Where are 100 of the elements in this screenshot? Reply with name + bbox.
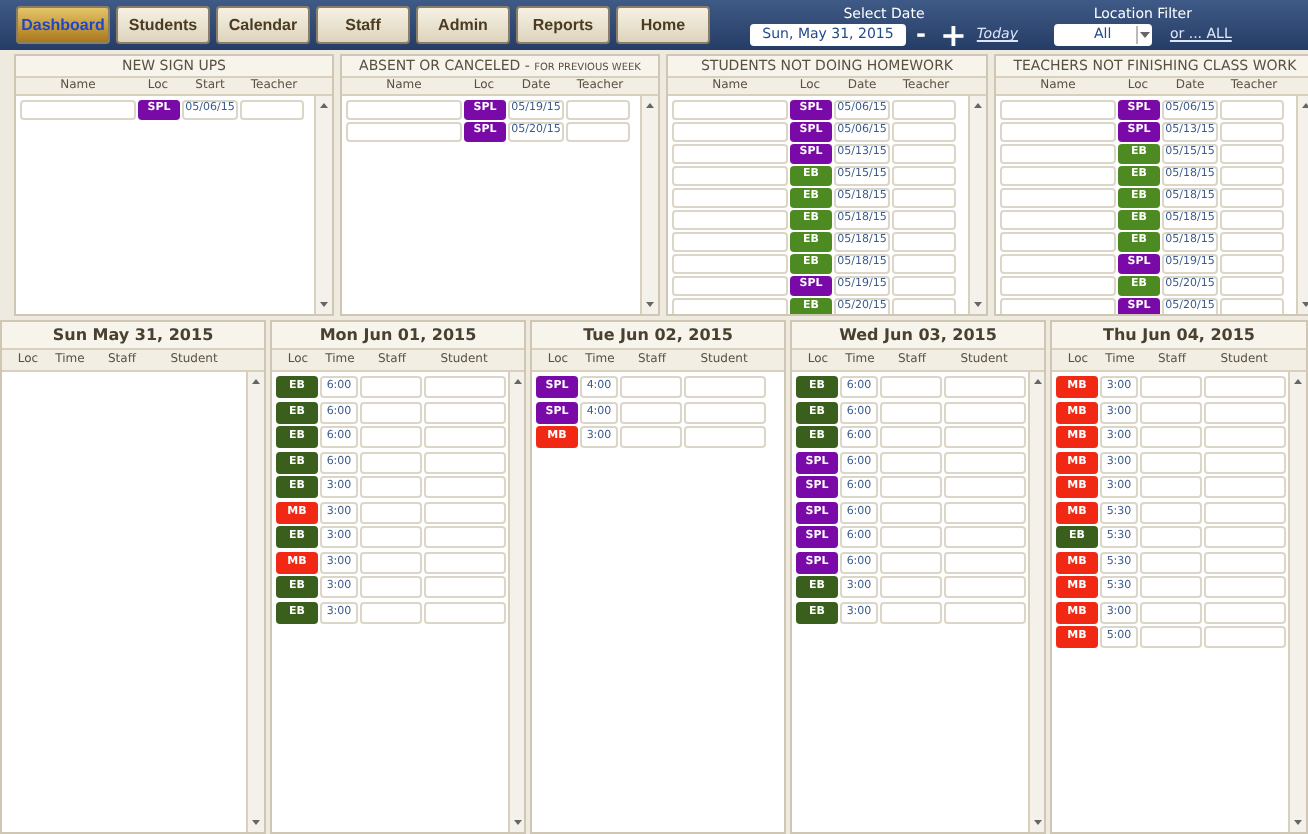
staff-cell — [1140, 476, 1202, 498]
staff-cell — [360, 576, 422, 598]
staff-cell — [880, 576, 942, 598]
staff-cell — [1140, 501, 1202, 523]
student-cell — [1204, 501, 1286, 523]
student-cell — [1204, 476, 1286, 498]
student-cell — [684, 401, 766, 423]
staff-cell — [1140, 451, 1202, 473]
student-cell — [944, 576, 1026, 598]
scroll-up-icon[interactable] — [1031, 376, 1043, 388]
staff-cell — [360, 426, 422, 448]
staff-cell — [1140, 626, 1202, 648]
nav-tab[interactable]: Reports — [516, 6, 610, 44]
student-cell — [944, 526, 1026, 548]
staff-cell — [880, 551, 942, 573]
scroll-up-icon[interactable] — [1292, 376, 1304, 388]
scroll-up-icon[interactable] — [972, 100, 984, 112]
staff-cell — [1140, 426, 1202, 448]
scrollbar[interactable] — [1288, 372, 1306, 832]
staff-cell — [1140, 551, 1202, 573]
student-cell — [424, 451, 506, 473]
nav-tab[interactable]: Students — [116, 6, 210, 44]
dropdown-arrow-icon — [1135, 25, 1152, 43]
scroll-down-icon[interactable] — [644, 298, 656, 310]
scrollbar[interactable] — [1028, 372, 1044, 832]
student-cell — [944, 501, 1026, 523]
scrollbar[interactable] — [968, 96, 986, 314]
nav-tab[interactable]: Admin — [416, 6, 510, 44]
scroll-down-icon[interactable] — [1292, 816, 1304, 828]
staff-cell — [880, 601, 942, 623]
student-cell — [1204, 526, 1286, 548]
teacher-cell — [892, 122, 956, 141]
scroll-up-icon[interactable] — [250, 376, 262, 388]
teacher-cell — [1220, 276, 1284, 295]
student-cell — [1204, 551, 1286, 573]
teacher-cell — [892, 144, 956, 163]
student-cell — [424, 401, 506, 423]
student-cell — [944, 426, 1026, 448]
student-cell — [424, 551, 506, 573]
previous-day-button[interactable]: - — [912, 23, 930, 45]
teacher-cell — [892, 276, 956, 295]
student-cell — [424, 576, 506, 598]
nav-tab[interactable]: Home — [616, 6, 710, 44]
scrollbar[interactable] — [314, 96, 332, 314]
staff-cell — [880, 501, 942, 523]
teacher-cell — [892, 166, 956, 185]
staff-cell — [360, 501, 422, 523]
student-cell — [424, 601, 506, 623]
scroll-down-icon[interactable] — [972, 298, 984, 310]
student-cell — [424, 426, 506, 448]
teacher-cell — [1220, 144, 1284, 163]
student-cell — [944, 401, 1026, 423]
staff-cell — [1140, 526, 1202, 548]
scroll-up-icon[interactable] — [511, 376, 523, 388]
teacher-cell — [892, 254, 956, 273]
nav-tab[interactable]: Calendar — [216, 6, 310, 44]
scroll-down-icon[interactable] — [1031, 816, 1043, 828]
student-cell — [1204, 626, 1286, 648]
scroll-down-icon[interactable] — [250, 816, 262, 828]
scroll-up-icon[interactable] — [318, 100, 330, 112]
student-cell — [944, 476, 1026, 498]
student-cell — [944, 551, 1026, 573]
teacher-cell — [1220, 166, 1284, 185]
staff-cell — [1140, 601, 1202, 623]
staff-cell — [360, 401, 422, 423]
scroll-down-icon[interactable] — [318, 298, 330, 310]
teacher-cell — [1220, 210, 1284, 229]
student-cell — [944, 601, 1026, 623]
student-cell — [684, 426, 766, 448]
scrollbar[interactable] — [508, 372, 524, 832]
nav-tab[interactable]: Staff — [316, 6, 410, 44]
teacher-cell — [892, 232, 956, 251]
staff-cell — [360, 601, 422, 623]
staff-cell — [360, 451, 422, 473]
next-day-button[interactable]: + — [935, 23, 971, 45]
staff-cell — [880, 451, 942, 473]
teacher-cell — [1220, 122, 1284, 141]
student-cell — [1204, 451, 1286, 473]
scroll-down-icon[interactable] — [511, 816, 523, 828]
teacher-cell — [1220, 254, 1284, 273]
student-cell — [1204, 576, 1286, 598]
staff-cell — [620, 426, 682, 448]
scrollbar[interactable] — [640, 96, 658, 314]
staff-cell — [1140, 576, 1202, 598]
student-cell — [1204, 601, 1286, 623]
student-cell — [424, 526, 506, 548]
scrollbar[interactable] — [246, 372, 264, 832]
student-cell — [424, 476, 506, 498]
staff-cell — [880, 526, 942, 548]
student-cell — [1204, 401, 1286, 423]
staff-cell — [360, 526, 422, 548]
teacher-cell — [1220, 188, 1284, 207]
staff-cell — [360, 551, 422, 573]
teacher-cell — [566, 122, 630, 141]
student-cell — [424, 501, 506, 523]
staff-cell — [880, 401, 942, 423]
teacher-cell — [892, 210, 956, 229]
staff-cell — [620, 401, 682, 423]
scroll-up-icon[interactable] — [644, 100, 656, 112]
staff-cell — [880, 426, 942, 448]
